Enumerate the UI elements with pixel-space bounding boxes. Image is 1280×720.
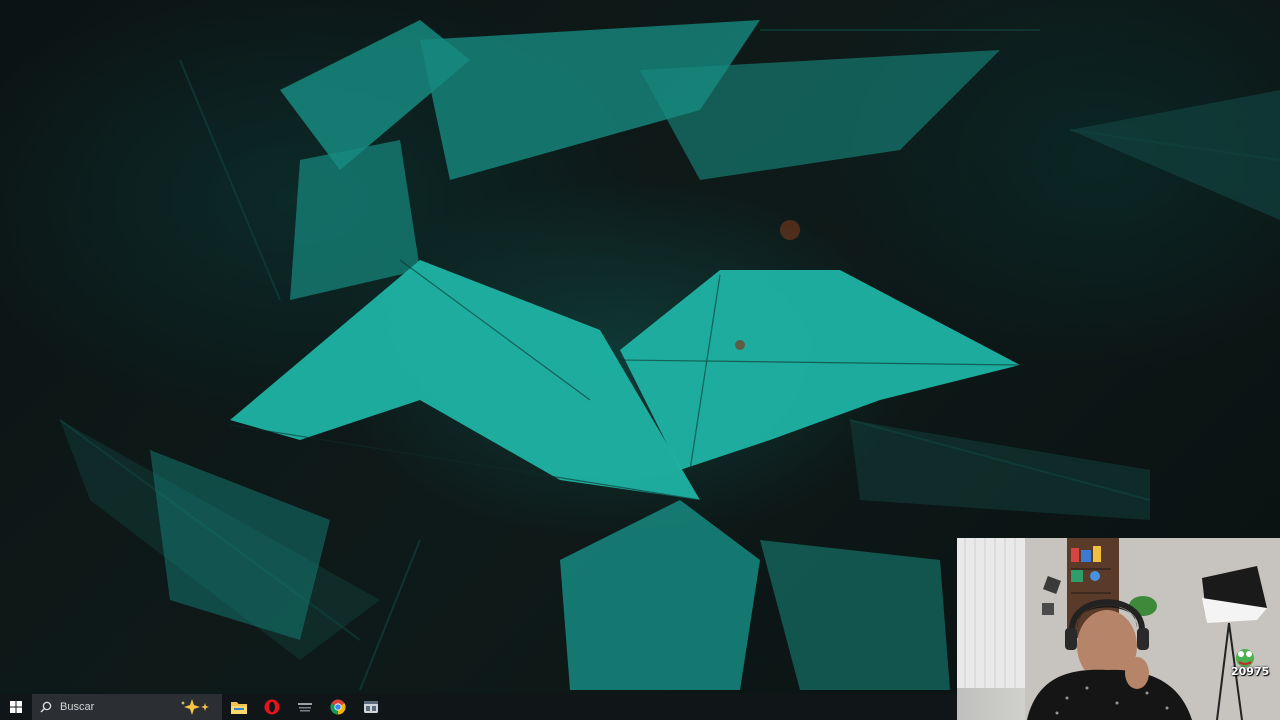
app-button[interactable] <box>288 694 321 720</box>
search-input[interactable]: Buscar <box>32 694 222 720</box>
search-placeholder: Buscar <box>60 701 95 713</box>
viewer-count: 20975 <box>1231 665 1270 678</box>
webcam-overlay <box>957 538 1280 720</box>
folder-icon <box>230 702 247 714</box>
window-app-icon <box>363 701 378 713</box>
search-icon <box>40 701 52 713</box>
file-explorer-button[interactable] <box>222 694 255 720</box>
chrome-button[interactable] <box>321 694 354 720</box>
windows-logo-icon <box>10 701 22 713</box>
webcam-feed-image <box>957 538 1280 720</box>
opera-icon <box>264 699 279 715</box>
chrome-icon <box>329 699 346 715</box>
opera-button[interactable] <box>255 694 288 720</box>
search-highlights-sparkle-icon <box>181 699 209 715</box>
app-icon <box>297 703 312 712</box>
start-button[interactable] <box>0 694 32 720</box>
window-app-button[interactable] <box>354 694 387 720</box>
